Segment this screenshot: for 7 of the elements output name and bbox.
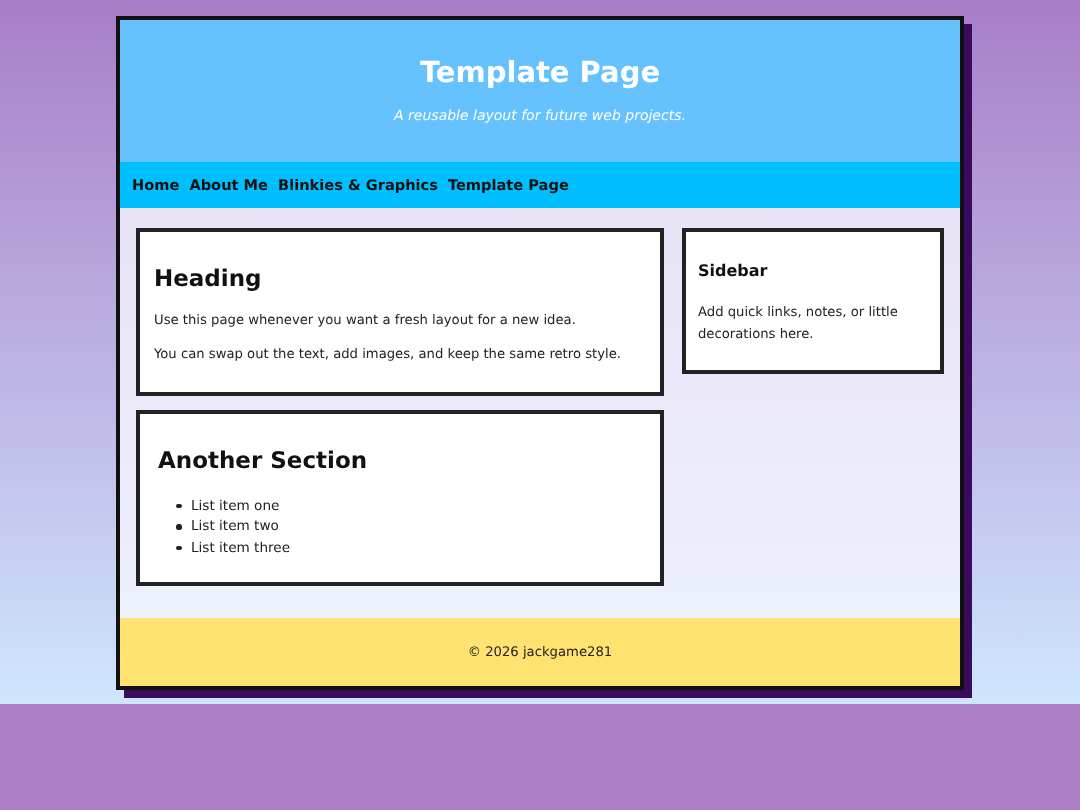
section-heading: Heading [154, 264, 264, 292]
bullet-icon [176, 545, 181, 551]
bullet-icon [176, 524, 181, 530]
section-heading: Another Section [158, 446, 370, 474]
site-title: Template Page [419, 58, 661, 90]
sidebar-heading: Sidebar [698, 262, 770, 282]
bullet-icon [176, 503, 181, 509]
